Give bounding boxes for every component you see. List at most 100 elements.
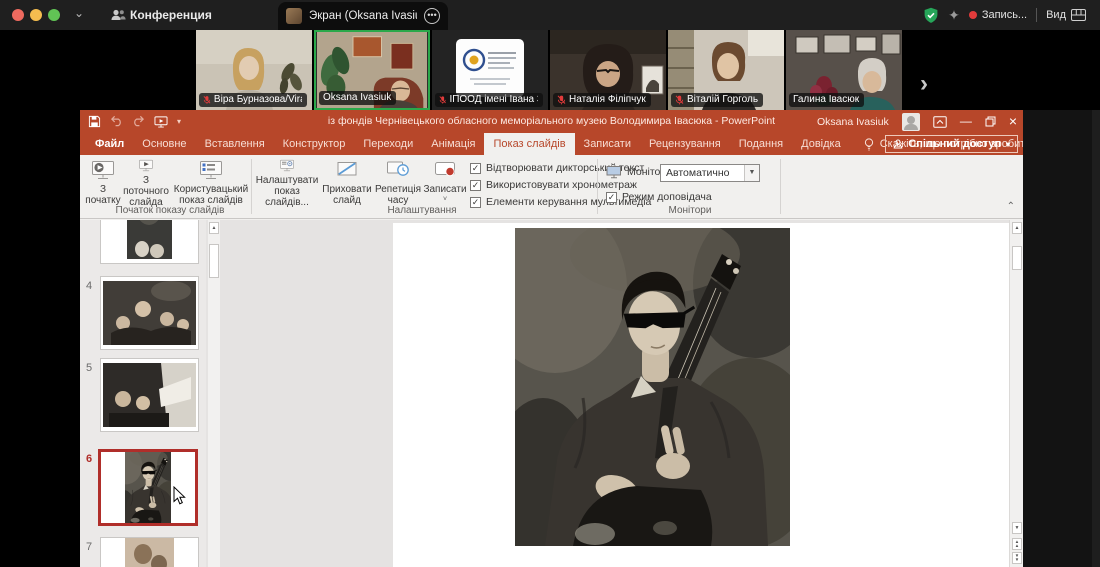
minimize-icon[interactable]: — bbox=[960, 110, 972, 133]
ai-sparkle-icon[interactable]: ✦ bbox=[948, 7, 960, 24]
participant-tile-active-speaker[interactable]: Oksana Ivasiuk bbox=[314, 30, 430, 110]
grid-view-icon bbox=[1071, 9, 1086, 21]
monitor-dropdown-value: Автоматично bbox=[661, 165, 744, 181]
tab-review[interactable]: Рецензування bbox=[640, 133, 730, 155]
scrollbar-thumb[interactable] bbox=[1012, 246, 1022, 270]
participant-name: ІПООД імені Івана Зя... bbox=[449, 94, 538, 105]
avatar bbox=[286, 8, 302, 24]
dropdown-arrow-icon[interactable]: ▼ bbox=[744, 165, 759, 181]
scrollbar-thumb[interactable] bbox=[209, 244, 219, 278]
tab-view[interactable]: Подання bbox=[730, 133, 792, 155]
tab-help[interactable]: Довідка bbox=[792, 133, 850, 155]
from-current-slide-button[interactable]: З поточного слайда bbox=[120, 158, 172, 208]
custom-slideshow-button[interactable]: Користувацький показ слайдів bbox=[172, 158, 250, 208]
muted-mic-icon bbox=[557, 95, 566, 105]
collapse-ribbon-icon[interactable]: ⌃ bbox=[1007, 201, 1015, 212]
from-beginning-icon bbox=[91, 158, 115, 182]
account-name[interactable]: Oksana Ivasiuk bbox=[817, 116, 889, 128]
close-window-button[interactable] bbox=[12, 9, 24, 21]
account-avatar[interactable] bbox=[902, 113, 920, 131]
rehearse-timings-label: Репетиція часу bbox=[372, 184, 424, 206]
checkbox-checked-icon: ✓ bbox=[470, 180, 481, 191]
participant-tile[interactable]: Віталій Горголь bbox=[668, 30, 784, 110]
record-label: Записати bbox=[423, 184, 466, 195]
slide-number-selected: 6 bbox=[86, 453, 92, 465]
tab-file[interactable]: Файл bbox=[86, 133, 133, 155]
tab-design[interactable]: Конструктор bbox=[274, 133, 355, 155]
monitor-dropdown[interactable]: Автоматично ▼ bbox=[660, 164, 760, 182]
use-timings-checkbox[interactable]: ✓ Використовувати хронометраж bbox=[470, 179, 637, 191]
record-dropdown-caret[interactable]: ˅ bbox=[443, 196, 447, 203]
document-area: 4 5 bbox=[80, 220, 1023, 567]
more-options-icon[interactable]: ••• bbox=[424, 8, 440, 24]
record-icon bbox=[433, 158, 457, 182]
redo-icon[interactable] bbox=[132, 115, 145, 127]
from-beginning-button[interactable]: З початку bbox=[82, 158, 124, 208]
participant-name: Галина Івасюк bbox=[793, 94, 859, 105]
screen-share-tab-label: Экран (Oksana Ivasiuk) bbox=[309, 10, 417, 22]
rehearse-timings-button[interactable]: Репетиція часу bbox=[372, 158, 424, 208]
screen-edge bbox=[1092, 110, 1100, 567]
checkbox-checked-icon: ✓ bbox=[606, 192, 617, 203]
start-slideshow-icon[interactable] bbox=[154, 115, 168, 128]
setup-slideshow-button[interactable]: Налаштувати показ слайдів... bbox=[253, 158, 321, 208]
recording-indicator[interactable]: Запись... bbox=[969, 9, 1027, 21]
participant-name: Наталія Філіпчук bbox=[569, 94, 646, 105]
recording-label: Запись... bbox=[982, 9, 1027, 21]
scroll-up-icon[interactable]: ▲ bbox=[209, 222, 219, 234]
share-person-icon bbox=[893, 139, 903, 149]
ribbon-display-options-icon[interactable] bbox=[933, 116, 947, 128]
participant-name: Віра Бурназова/Vira... bbox=[214, 94, 302, 105]
screen-share-tab[interactable]: Экран (Oksana Ivasiuk) ••• bbox=[278, 2, 448, 30]
scroll-up-icon[interactable]: ▲ bbox=[1012, 222, 1022, 234]
slide-thumbnail[interactable] bbox=[101, 220, 198, 263]
participant-tile[interactable]: Віра Бурназова/Vira... bbox=[196, 30, 312, 110]
slide-number: 5 bbox=[86, 362, 92, 374]
from-beginning-label: З початку bbox=[82, 184, 124, 206]
tab-home[interactable]: Основне bbox=[133, 133, 195, 155]
minimize-window-button[interactable] bbox=[30, 9, 42, 21]
use-timings-label: Використовувати хронометраж bbox=[486, 179, 637, 191]
tab-insert[interactable]: Вставлення bbox=[196, 133, 274, 155]
vertical-scrollbar[interactable]: ▲ ▼ ▲▲ ▼▼ bbox=[1009, 220, 1023, 567]
slide-thumbnail[interactable] bbox=[101, 277, 198, 349]
participant-tile[interactable]: ІПООД імені Івана Зя... bbox=[432, 30, 548, 110]
slide-thumbnail[interactable] bbox=[101, 359, 198, 431]
share-button[interactable]: Спільний доступ ▾ bbox=[885, 135, 1018, 153]
undo-icon[interactable] bbox=[110, 115, 123, 127]
participant-tile[interactable]: Наталія Філіпчук bbox=[550, 30, 666, 110]
previous-slide-icon[interactable]: ▲▲ bbox=[1012, 538, 1022, 550]
scroll-down-icon[interactable]: ▼ bbox=[1012, 522, 1022, 534]
tab-slideshow-active[interactable]: Показ слайдів bbox=[484, 133, 574, 155]
next-participants-button[interactable]: › bbox=[920, 72, 928, 96]
name-tag: Віталій Горголь bbox=[671, 93, 763, 107]
tab-animations[interactable]: Анімація bbox=[422, 133, 484, 155]
presenter-view-checkbox[interactable]: ✓ Режим доповідача bbox=[606, 191, 712, 203]
rehearse-timings-icon bbox=[386, 158, 410, 182]
custom-slideshow-icon bbox=[199, 158, 223, 182]
save-icon[interactable] bbox=[88, 115, 101, 128]
next-slide-icon[interactable]: ▼▼ bbox=[1012, 552, 1022, 564]
setup-slideshow-label: Налаштувати показ слайдів... bbox=[253, 175, 321, 208]
lightbulb-icon bbox=[864, 138, 874, 151]
close-icon[interactable]: × bbox=[1009, 110, 1017, 133]
view-button[interactable]: Вид bbox=[1046, 9, 1086, 21]
customize-qat-icon[interactable]: ▾ bbox=[177, 117, 181, 126]
slide-thumbnail-image bbox=[101, 277, 198, 349]
thumbnail-scrollbar[interactable]: ▲ bbox=[208, 220, 220, 567]
participant-tile[interactable]: Галина Івасюк bbox=[786, 30, 902, 110]
slide-canvas bbox=[220, 220, 1009, 567]
slide-thumbnail[interactable] bbox=[101, 538, 198, 567]
zoom-window-button[interactable] bbox=[48, 9, 60, 21]
chevron-down-icon[interactable]: ⌄ bbox=[74, 6, 84, 20]
record-button[interactable]: Записати ˅ bbox=[424, 158, 466, 208]
slide-thumbnail-image bbox=[101, 538, 198, 567]
setup-slideshow-icon bbox=[275, 158, 299, 173]
hide-slide-button[interactable]: Приховати слайд bbox=[321, 158, 373, 208]
slide-number: 7 bbox=[86, 541, 92, 553]
security-shield-icon[interactable] bbox=[923, 7, 939, 24]
restore-icon[interactable] bbox=[985, 116, 996, 127]
tab-transitions[interactable]: Переходи bbox=[354, 133, 422, 155]
tab-record[interactable]: Записати bbox=[575, 133, 640, 155]
group-label-setup: Налаштування bbox=[352, 205, 492, 216]
